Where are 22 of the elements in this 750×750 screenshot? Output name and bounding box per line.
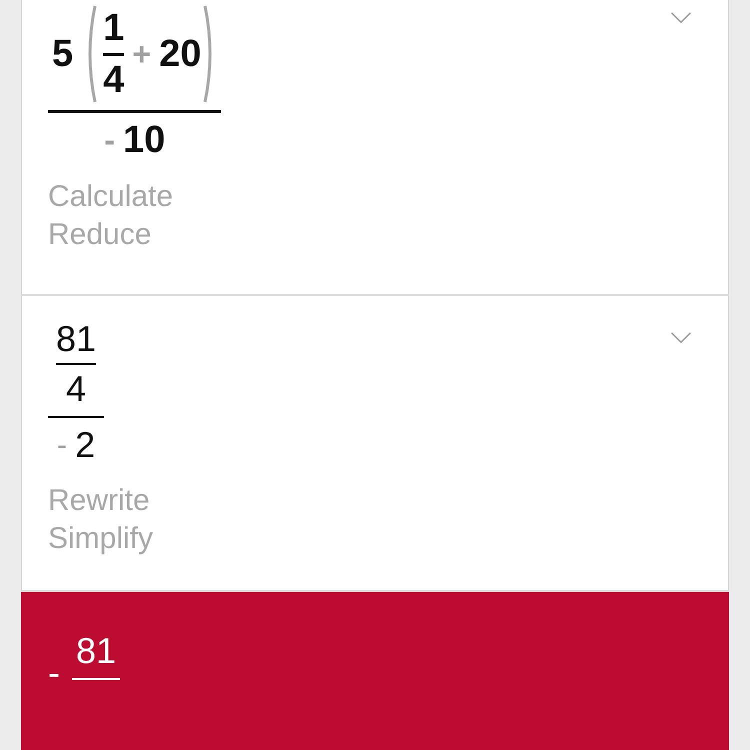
number: 81	[76, 630, 116, 672]
number: 1	[103, 6, 124, 50]
number: 4	[103, 58, 124, 102]
operator: +	[132, 36, 152, 72]
step-label: Calculate	[48, 179, 174, 215]
chevron-down-icon[interactable]	[670, 332, 692, 344]
operator: -	[56, 428, 68, 462]
step-label: Reduce	[48, 217, 152, 253]
number: 4	[66, 368, 86, 410]
step-label: Rewrite	[48, 483, 151, 519]
number: 5	[52, 32, 74, 76]
step-label: Simplify	[48, 521, 154, 557]
chevron-down-icon[interactable]	[670, 12, 692, 24]
fraction-bar	[103, 52, 124, 56]
number: 10	[122, 119, 166, 162]
operator: -	[104, 122, 115, 159]
step-card[interactable]: - 81	[21, 592, 729, 750]
operator: -	[48, 652, 60, 694]
number: 81	[56, 318, 96, 360]
number: 20	[159, 32, 202, 76]
step-card[interactable]: 81 4 - 2 Rewrite Simplify	[21, 296, 729, 592]
number: 2	[75, 424, 96, 466]
